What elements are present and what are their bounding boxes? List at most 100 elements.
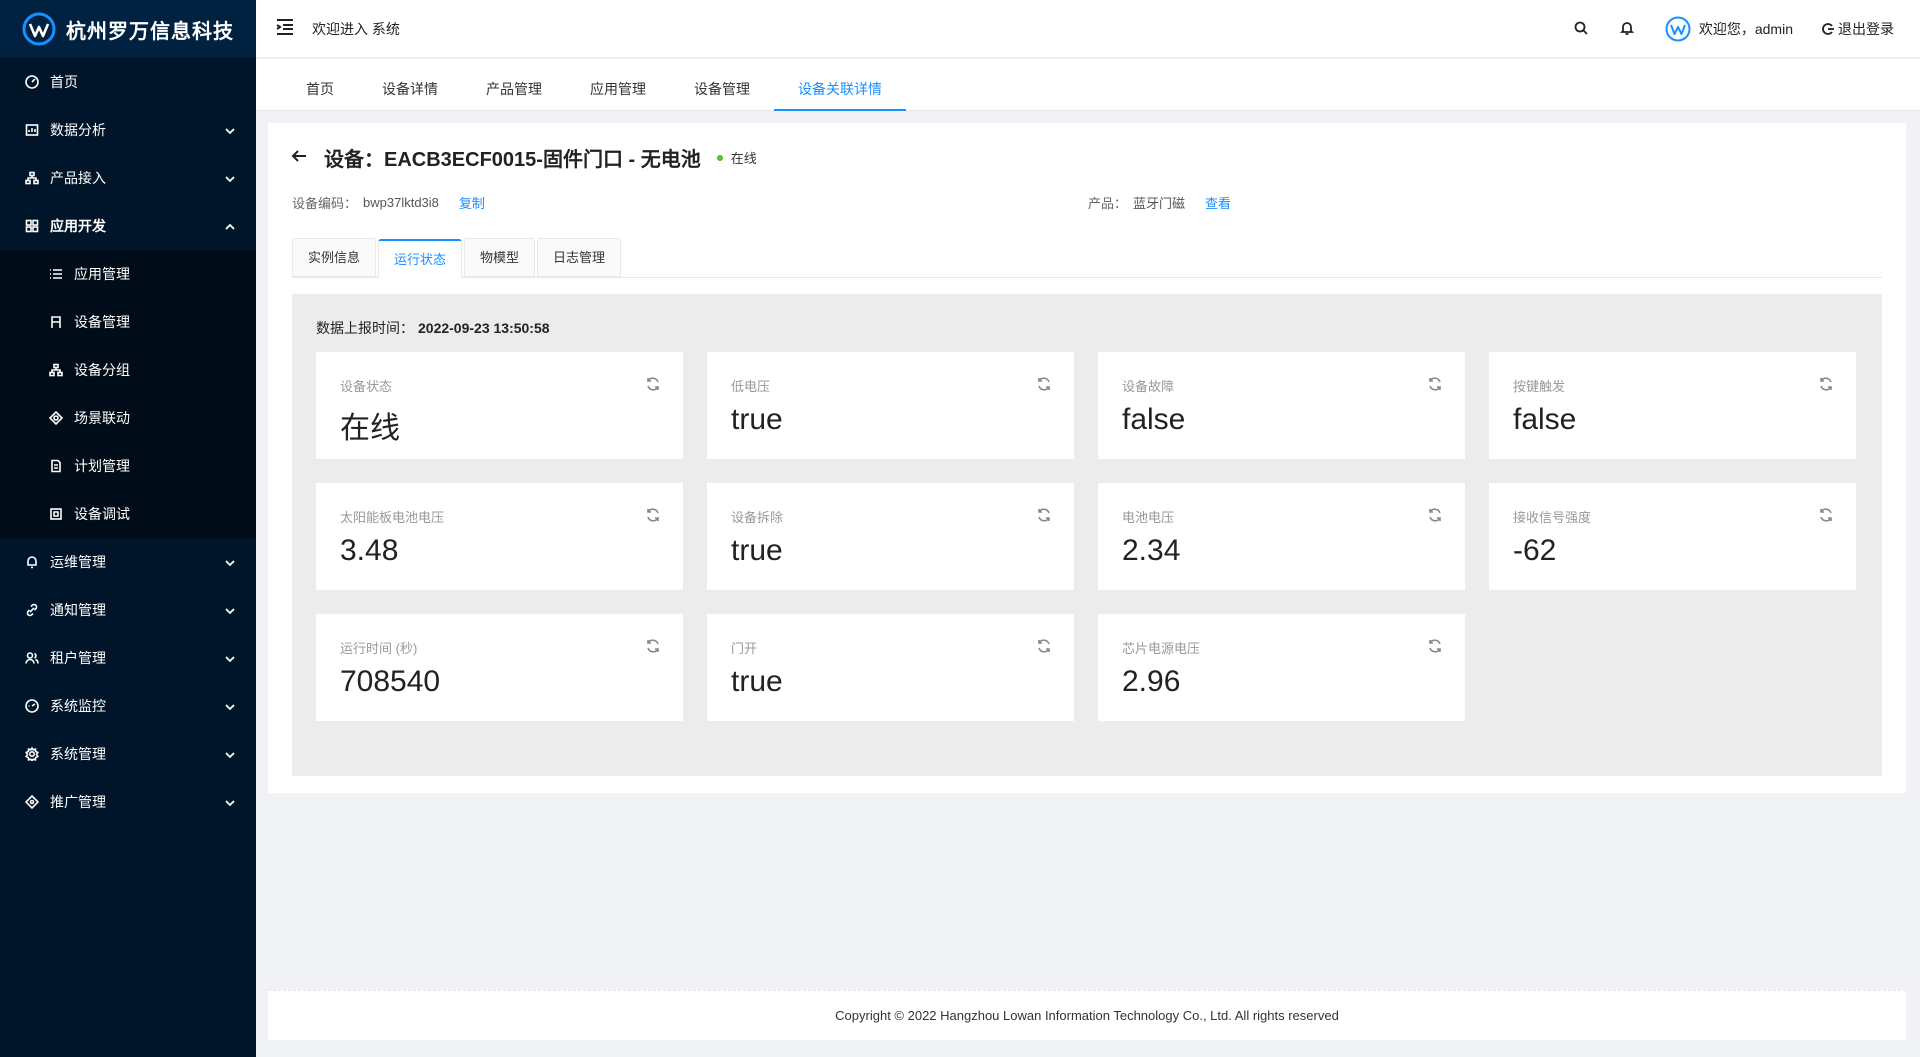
refresh-icon[interactable] [1427, 376, 1443, 392]
sidebar-item-label: 应用开发 [50, 218, 106, 234]
sidebar-item-label: 首页 [50, 74, 78, 90]
property-card: 设备故障 false [1098, 352, 1465, 459]
report-time-row: 数据上报时间： 2022-09-23 13:50:58 [316, 318, 1858, 338]
menu-fold-icon[interactable] [274, 16, 300, 42]
sidebar-item[interactable]: 系统监控 [0, 682, 256, 730]
footer: Copyright © 2022 Hangzhou Lowan Informat… [268, 990, 1906, 1040]
sidebar-subitem[interactable]: 设备调试 [0, 490, 256, 538]
bell-icon[interactable] [1619, 20, 1637, 38]
copyright-text: Copyright © 2022 Hangzhou Lowan Informat… [835, 1008, 1339, 1023]
route-tab[interactable]: 设备管理 [670, 67, 774, 111]
chevron-up-icon [224, 220, 236, 232]
sidebar-subitem[interactable]: 设备分组 [0, 346, 256, 394]
sidebar-item[interactable]: 数据分析 [0, 106, 256, 154]
refresh-icon[interactable] [645, 376, 661, 392]
chevron-down-icon [224, 796, 236, 808]
company-logo-icon [22, 12, 56, 46]
product-row: 产品： 蓝牙门磁 查看 [1088, 193, 1231, 212]
sidebar-item[interactable]: 租户管理 [0, 634, 256, 682]
avatar [1665, 16, 1691, 42]
route-tabs: 首页 设备详情 产品管理 应用管理 设备管理 设备关联详情 [256, 59, 1920, 111]
setting-icon [24, 746, 40, 762]
sidebar-subitem[interactable]: 场景联动 [0, 394, 256, 442]
search-icon[interactable] [1573, 20, 1591, 38]
sidebar-item[interactable]: 首页 [0, 58, 256, 106]
refresh-icon[interactable] [1036, 638, 1052, 654]
property-card: 电池电压 2.34 [1098, 483, 1465, 590]
list-icon [48, 266, 64, 282]
sidebar-subitem[interactable]: 设备管理 [0, 298, 256, 346]
appstore-icon [24, 218, 40, 234]
status-dot [716, 154, 723, 161]
page-title: 设备：EACB3ECF0015-固件门口 - 无电池 [324, 149, 701, 171]
running-status-panel: 数据上报时间： 2022-09-23 13:50:58 设备状态 在线 低电压 true… [292, 294, 1882, 776]
route-tab[interactable]: 设备关联详情 [774, 67, 906, 111]
refresh-icon[interactable] [1818, 376, 1834, 392]
chevron-down-icon [224, 556, 236, 568]
refresh-icon[interactable] [1427, 638, 1443, 654]
property-card: 接收信号强度 -62 [1489, 483, 1856, 590]
property-value: 3.48 [340, 534, 399, 567]
property-value: true [731, 534, 783, 567]
sidebar-item[interactable]: 产品接入 [0, 154, 256, 202]
brand[interactable]: 杭州罗万信息科技 [0, 0, 256, 58]
property-grid: 设备状态 在线 低电压 true 设备故障 false 按键触发 false 太阳能板电池电压 3… [316, 352, 1858, 721]
sidebar-item[interactable]: 通知管理 [0, 586, 256, 634]
sidebar-subitem-label: 应用管理 [74, 266, 130, 282]
logout-button[interactable]: 退出登录 [1821, 19, 1894, 39]
sidebar-subitem[interactable]: 计划管理 [0, 442, 256, 490]
back-arrow-icon[interactable] [290, 147, 312, 169]
side-menu: 首页数据分析产品接入应用开发应用管理设备管理 设备分组场景联动计划管理设备调试运维… [0, 58, 256, 826]
property-card: 设备状态 在线 [316, 352, 683, 459]
sidebar-subitem-label: 场景联动 [74, 410, 130, 426]
property-name: 设备拆除 [731, 510, 784, 525]
detail-tab[interactable]: 物模型 [464, 238, 536, 277]
route-tab[interactable]: 设备详情 [358, 67, 462, 111]
sidebar-item[interactable]: 运维管理 [0, 538, 256, 586]
refresh-icon[interactable] [1036, 507, 1052, 523]
cluster-icon [24, 170, 40, 186]
property-card: 芯片电源电压 2.96 [1098, 614, 1465, 721]
file-icon [48, 458, 64, 474]
device-detail-card: 设备：EACB3ECF0015-固件门口 - 无电池 在线 设备编码： bwp3… [268, 123, 1906, 793]
chart-icon [24, 122, 40, 138]
route-tab[interactable]: 应用管理 [566, 67, 670, 111]
detail-tab[interactable]: 实例信息 [292, 238, 377, 277]
sidebar-subitem-label: 计划管理 [74, 458, 130, 474]
refresh-icon[interactable] [645, 638, 661, 654]
refresh-icon[interactable] [645, 507, 661, 523]
chevron-down-icon [224, 604, 236, 616]
property-value: true [731, 403, 783, 436]
chevron-down-icon [224, 700, 236, 712]
sidebar-item-label: 运维管理 [50, 554, 106, 570]
refresh-icon[interactable] [1036, 376, 1052, 392]
chevron-down-icon [224, 124, 236, 136]
detail-tab[interactable]: 运行状态 [378, 239, 463, 278]
view-product-link[interactable]: 查看 [1205, 193, 1231, 212]
title-row: 设备：EACB3ECF0015-固件门口 - 无电池 在线 [290, 143, 757, 172]
route-tab[interactable]: 产品管理 [462, 67, 566, 111]
detail-tab[interactable]: 日志管理 [537, 238, 622, 277]
device-icon [48, 314, 64, 330]
sidebar-subitem-label: 设备调试 [74, 506, 130, 522]
report-time-value: 2022-09-23 13:50:58 [418, 320, 550, 336]
sidebar-item[interactable]: 系统管理 [0, 730, 256, 778]
user-menu[interactable]: 欢迎您，admin [1665, 16, 1793, 42]
refresh-icon[interactable] [1818, 507, 1834, 523]
chevron-down-icon [224, 748, 236, 760]
brand-name: 杭州罗万信息科技 [66, 20, 234, 43]
property-name: 低电压 [731, 379, 771, 394]
sidebar-item[interactable]: 应用开发 [0, 202, 256, 250]
refresh-icon[interactable] [1427, 507, 1443, 523]
sidebar-item[interactable]: 推广管理 [0, 778, 256, 826]
property-name: 电池电压 [1122, 510, 1175, 525]
sidebar-item-label: 系统监控 [50, 698, 106, 714]
copy-link[interactable]: 复制 [459, 193, 485, 212]
sidebar-subitem[interactable]: 应用管理 [0, 250, 256, 298]
route-tab[interactable]: 首页 [282, 67, 358, 111]
product-label: 产品： [1088, 196, 1128, 211]
sidebar-item-label: 数据分析 [50, 122, 106, 138]
deployment-icon [48, 410, 64, 426]
property-card: 按键触发 false [1489, 352, 1856, 459]
logout-label: 退出登录 [1838, 21, 1894, 37]
